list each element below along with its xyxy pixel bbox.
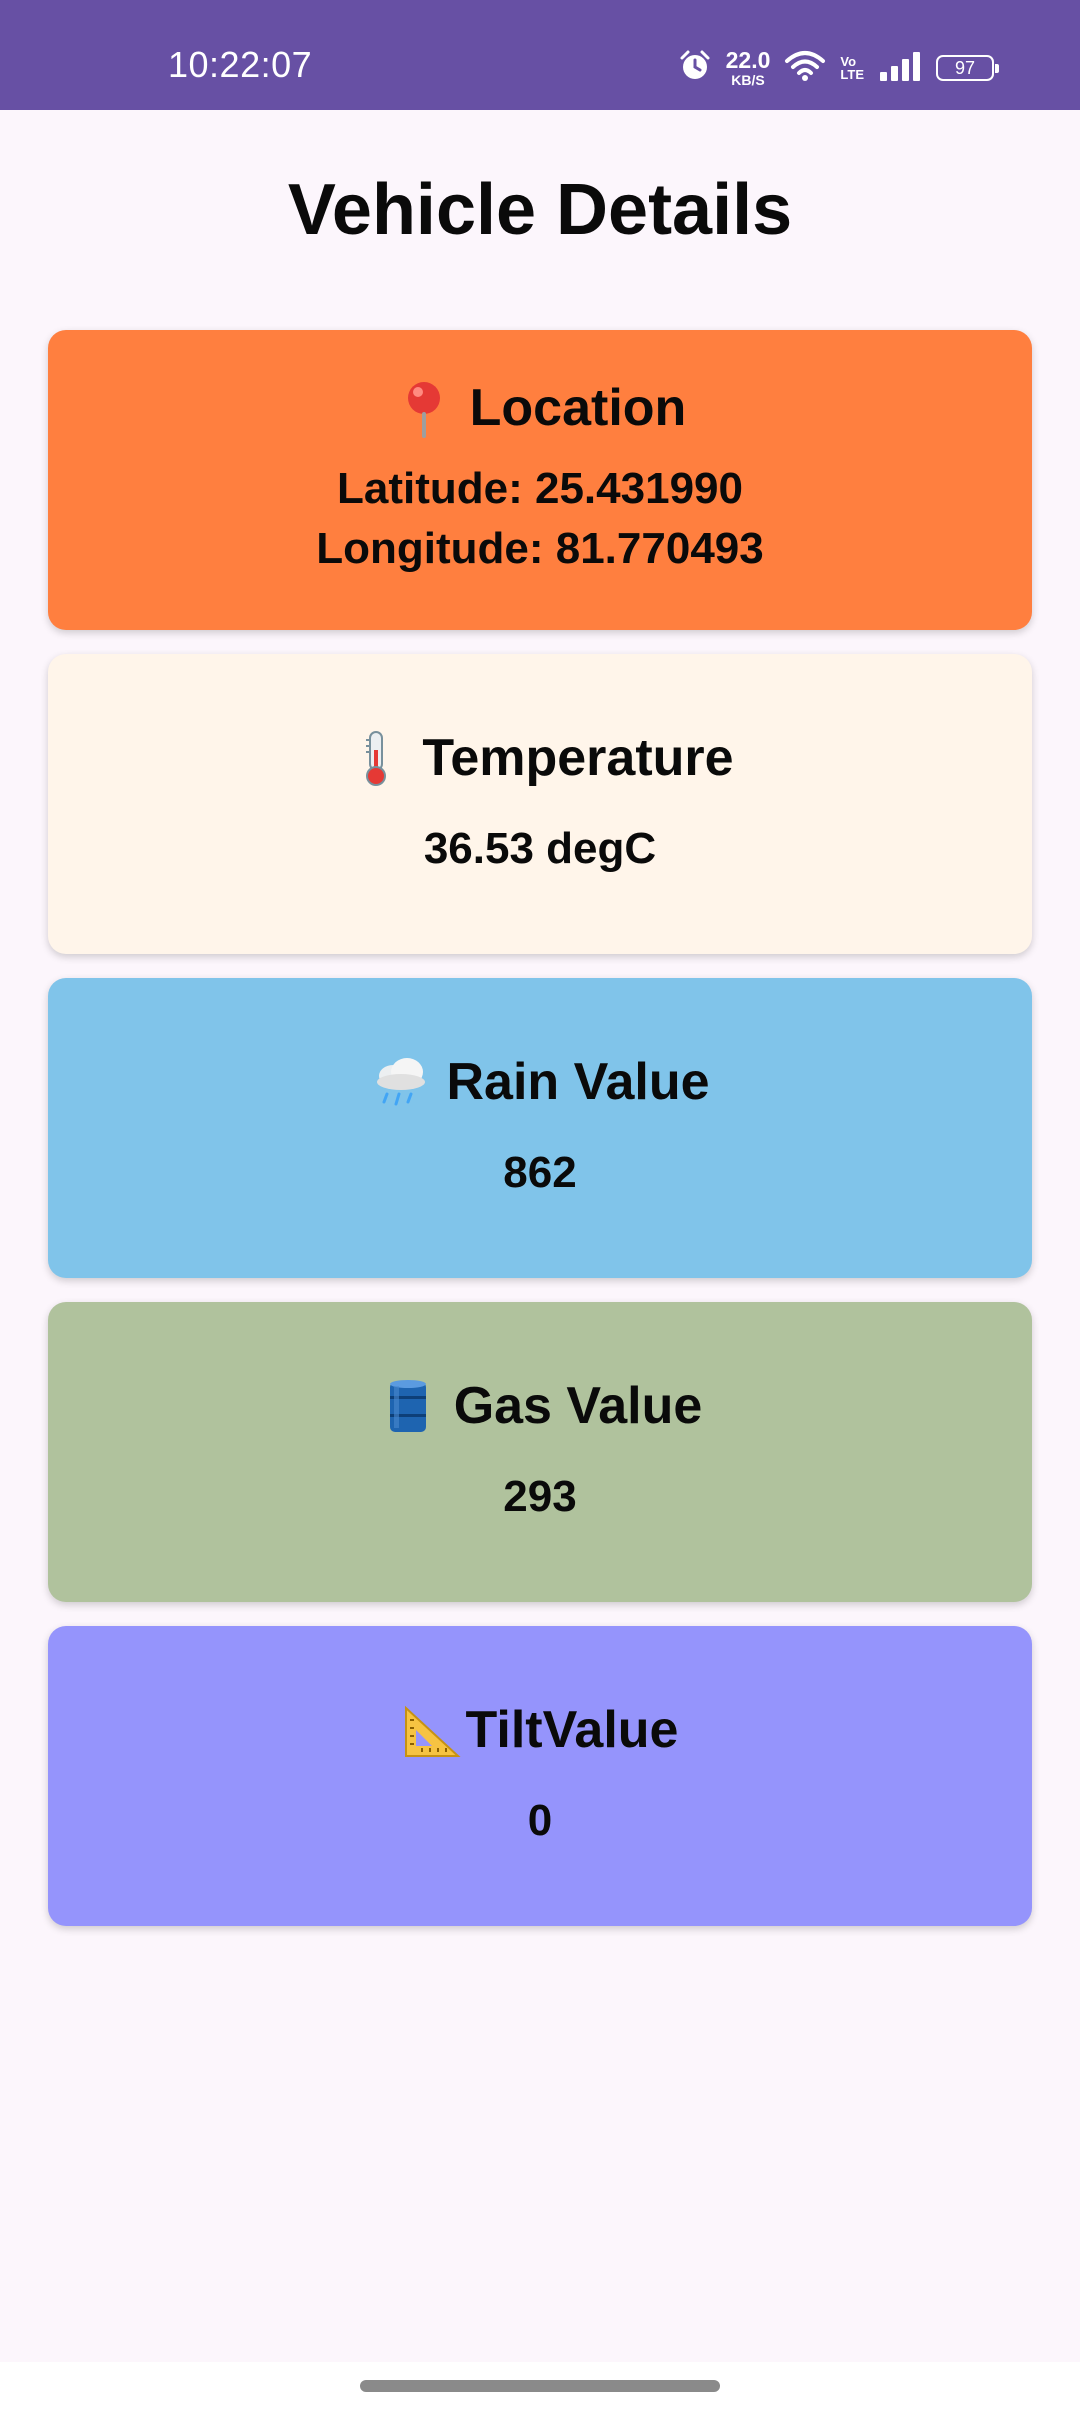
network-speed: 22.0 KB/S xyxy=(725,47,771,88)
oil-drum-icon xyxy=(378,1376,438,1436)
gas-value: 293 xyxy=(503,1472,577,1521)
temperature-card: Temperature 36.53 degC xyxy=(48,654,1032,954)
rain-card-label: Rain Value xyxy=(446,1053,710,1111)
pin-icon xyxy=(394,378,454,438)
location-longitude: Longitude: 81.770493 xyxy=(316,524,764,573)
status-icons: 22.0 KB/S Vo LTE 97 xyxy=(678,46,999,90)
rain-card: Rain Value 862 xyxy=(48,978,1032,1278)
temperature-card-label: Temperature xyxy=(422,729,734,787)
gas-card-label: Gas Value xyxy=(453,1377,703,1435)
location-card: Location Latitude: 25.431990 Longitude: … xyxy=(48,330,1032,630)
wifi-icon xyxy=(784,49,826,88)
temperature-card-title: Temperature xyxy=(346,726,734,790)
volte-indicator: Vo LTE xyxy=(840,55,864,81)
tilt-value: 0 xyxy=(527,1796,553,1845)
thermometer-icon xyxy=(346,728,406,788)
home-indicator[interactable] xyxy=(360,2380,720,2392)
network-speed-value: 22.0 xyxy=(725,47,771,73)
temperature-value: 36.53 degC xyxy=(423,824,657,873)
tilt-card-title: TiltValue xyxy=(402,1698,679,1762)
tilt-card-label: TiltValue xyxy=(465,1701,679,1759)
location-card-title: Location xyxy=(394,376,687,440)
triangular-ruler-icon xyxy=(402,1700,462,1760)
network-speed-unit: KB/S xyxy=(731,72,765,88)
alarm-icon xyxy=(678,49,712,88)
location-card-label: Location xyxy=(469,379,687,437)
status-time: 10:22:07 xyxy=(168,44,313,85)
rain-value: 862 xyxy=(503,1148,577,1197)
tilt-card: TiltValue 0 xyxy=(48,1626,1032,1926)
location-latitude: Latitude: 25.431990 xyxy=(337,464,743,513)
status-bar: 10:22:07 22.0 KB/S Vo LTE 97 xyxy=(0,0,1080,110)
gas-card: Gas Value 293 xyxy=(48,1302,1032,1602)
volte-bottom: LTE xyxy=(840,67,864,82)
page-title: Vehicle Details xyxy=(287,170,793,250)
signal-icon xyxy=(878,50,922,87)
battery-icon: 97 xyxy=(936,55,999,81)
rain-cloud-icon xyxy=(371,1052,431,1112)
rain-card-title: Rain Value xyxy=(371,1050,710,1114)
gas-card-title: Gas Value xyxy=(378,1374,703,1438)
